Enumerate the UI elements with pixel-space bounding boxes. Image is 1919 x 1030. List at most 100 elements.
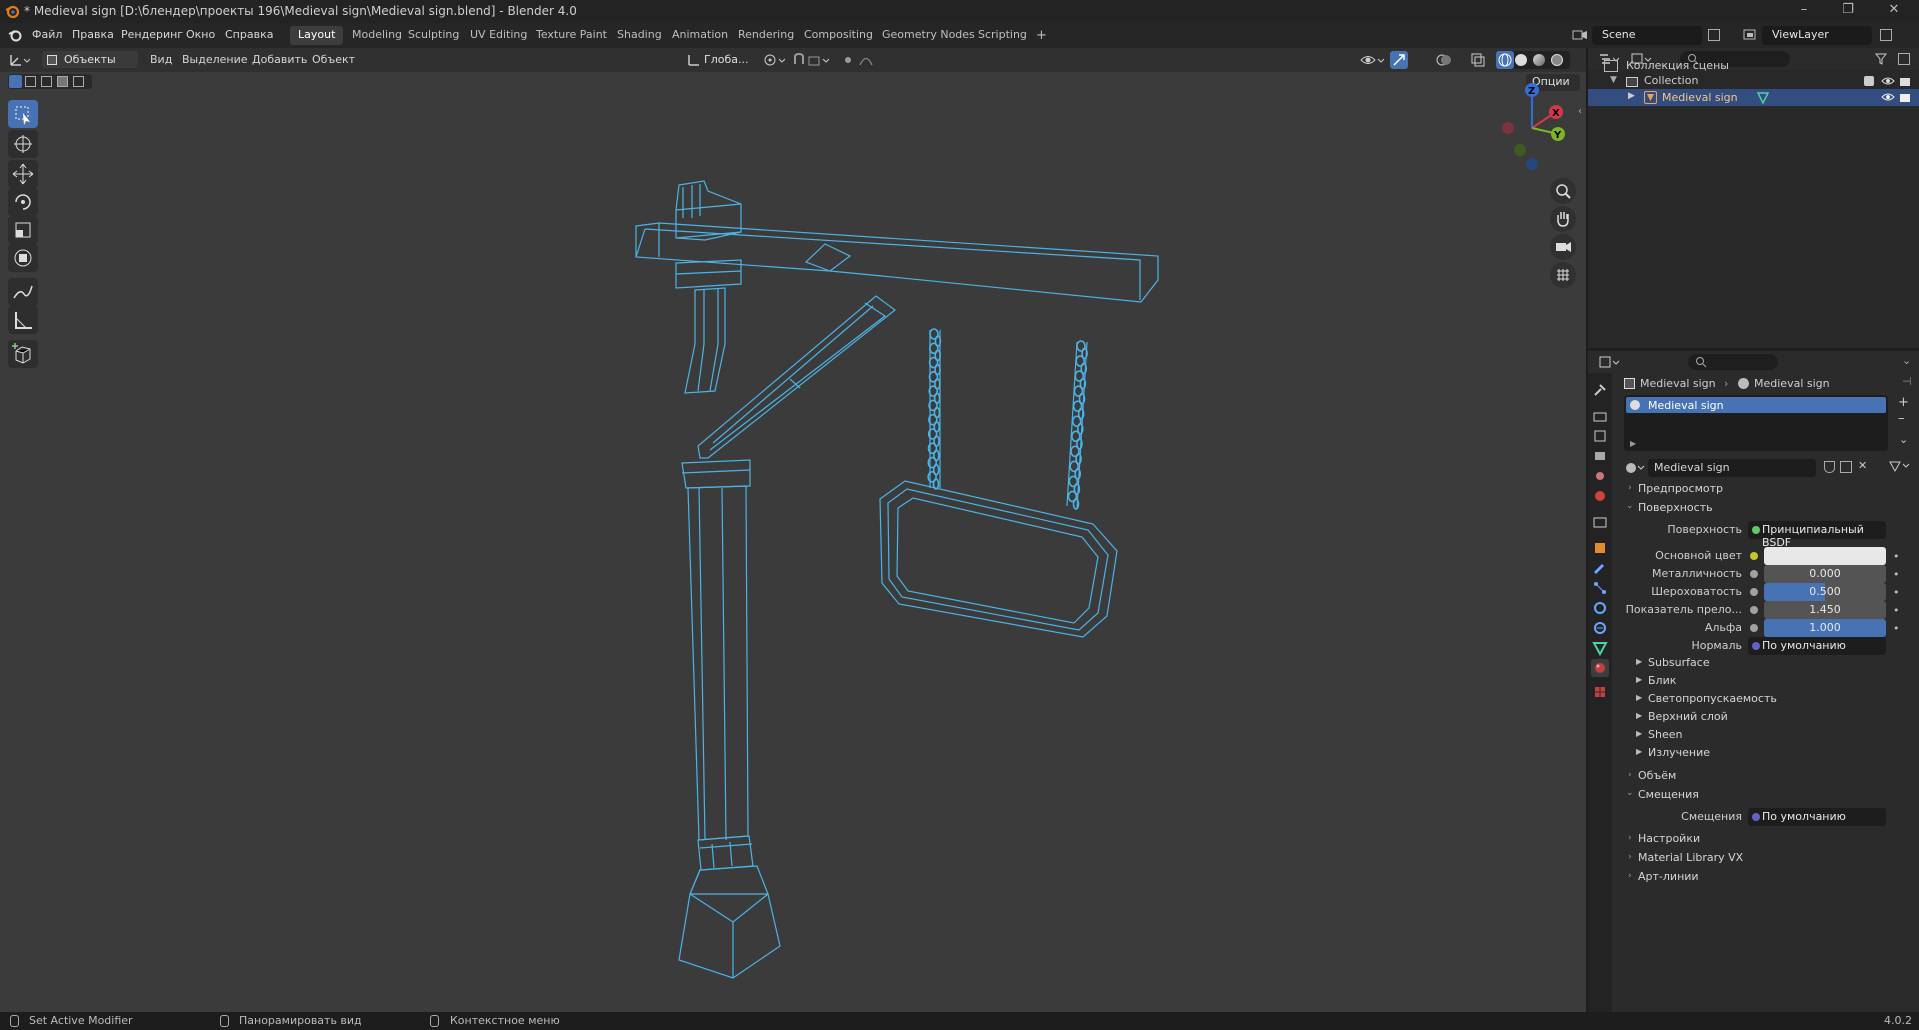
surface-chevron-icon[interactable]: ⌄ <box>1626 501 1634 511</box>
sheen-expand-icon[interactable]: ▶ <box>1636 729 1642 738</box>
line-art-chevron-icon[interactable]: › <box>1628 871 1632 881</box>
render-tab-icon[interactable] <box>1591 407 1609 425</box>
subpanel-sheen[interactable]: Sheen <box>1648 728 1682 741</box>
new-view-layer-icon[interactable] <box>1880 29 1892 41</box>
scene-field[interactable]: Scene <box>1592 26 1702 45</box>
tab-texture-paint[interactable]: Texture Paint <box>528 26 615 45</box>
alpha-keyframe-icon[interactable]: • <box>1893 622 1900 635</box>
view-layer-tab-icon[interactable] <box>1591 447 1609 465</box>
preview-chevron-icon[interactable]: › <box>1628 483 1632 493</box>
tab-sculpting[interactable]: Sculpting <box>400 26 467 45</box>
minimize-button[interactable]: – <box>1790 2 1818 20</box>
new-scene-icon[interactable] <box>1708 29 1720 41</box>
subpanel-subsurface[interactable]: Subsurface <box>1648 656 1710 669</box>
settings-section[interactable]: Настройки <box>1638 832 1700 845</box>
tab-geometry-nodes[interactable]: Geometry Nodes <box>874 26 983 45</box>
tab-shading[interactable]: Shading <box>609 26 670 45</box>
menu-file[interactable]: Файл <box>32 28 62 41</box>
collection-label[interactable]: Collection <box>1644 74 1698 87</box>
transmission-expand-icon[interactable]: ▶ <box>1636 693 1642 702</box>
material-slot-row[interactable]: Medieval sign <box>1626 397 1886 413</box>
material-library-chevron-icon[interactable]: › <box>1628 852 1632 862</box>
filter-icon[interactable] <box>1874 51 1894 67</box>
output-tab-icon[interactable] <box>1591 427 1609 445</box>
displacement-chevron-icon[interactable]: ⌄ <box>1626 788 1634 798</box>
tab-rendering[interactable]: Rendering <box>730 26 802 45</box>
tab-uv-editing[interactable]: UV Editing <box>462 26 535 45</box>
pin-icon[interactable]: ⊣ <box>1902 375 1912 388</box>
3d-viewport[interactable]: Объекты Вид Выделение Добавить Объект Гл… <box>0 48 1586 1012</box>
subpanel-specular[interactable]: Блик <box>1648 674 1676 687</box>
new-collection-icon[interactable] <box>1898 53 1910 65</box>
settings-chevron-icon[interactable]: › <box>1628 833 1632 843</box>
add-workspace-button[interactable]: + <box>1028 26 1055 45</box>
volume-section[interactable]: Объём <box>1638 769 1676 782</box>
menu-render[interactable]: Рендеринг <box>121 28 183 41</box>
tool-tab-icon[interactable] <box>1591 381 1609 399</box>
subpanel-transmission[interactable]: Светопропускаемость <box>1648 692 1777 705</box>
roughness-slider[interactable]: 0.500 <box>1764 583 1886 601</box>
object-render-icon[interactable] <box>1898 90 1912 104</box>
close-button[interactable]: ✕ <box>1880 2 1908 20</box>
unlink-material-icon[interactable]: ✕ <box>1858 459 1867 472</box>
preview-section[interactable]: Предпросмотр <box>1638 482 1723 495</box>
line-art-section[interactable]: Арт-линии <box>1638 870 1699 883</box>
alpha-slider[interactable]: 1.000 <box>1764 619 1886 637</box>
material-tab-icon[interactable] <box>1591 659 1609 677</box>
roughness-keyframe-icon[interactable]: • <box>1893 586 1900 599</box>
material-browse-icon[interactable] <box>1624 461 1646 475</box>
tab-compositing[interactable]: Compositing <box>796 26 881 45</box>
collection-render-icon[interactable] <box>1898 74 1912 88</box>
blender-menu-icon[interactable] <box>8 28 22 42</box>
subpanel-coat[interactable]: Верхний слой <box>1648 710 1728 723</box>
menu-help[interactable]: Справка <box>225 28 273 41</box>
exclude-checkbox[interactable] <box>1864 76 1874 86</box>
displacement-field[interactable]: По умолчанию <box>1748 808 1886 826</box>
collection-visibility-icon[interactable] <box>1881 74 1895 88</box>
properties-options-icon[interactable]: ⌄ <box>1902 354 1911 367</box>
world-tab-icon[interactable] <box>1591 487 1609 505</box>
surface-section[interactable]: Поверхность <box>1638 501 1713 514</box>
view-layer-field[interactable]: ViewLayer <box>1762 26 1872 45</box>
properties-search[interactable] <box>1688 354 1778 370</box>
menu-window[interactable]: Окно <box>186 28 215 41</box>
object-visibility-icon[interactable] <box>1881 90 1895 104</box>
base-color-keyframe-icon[interactable]: • <box>1893 550 1900 563</box>
link-mode-icon[interactable] <box>1888 459 1910 473</box>
add-slot-button[interactable]: + <box>1898 395 1909 410</box>
mesh-data-icon[interactable] <box>1756 91 1770 105</box>
displacement-section[interactable]: Смещения <box>1638 788 1699 801</box>
volume-chevron-icon[interactable]: › <box>1628 770 1632 780</box>
properties-editor-icon[interactable] <box>1598 354 1622 370</box>
normal-field[interactable]: По умолчанию <box>1748 637 1886 655</box>
metallic-field[interactable]: 0.000 <box>1764 565 1886 583</box>
ior-field[interactable]: 1.450 <box>1764 601 1886 619</box>
metallic-keyframe-icon[interactable]: • <box>1893 568 1900 581</box>
fake-user-icon[interactable] <box>1824 461 1835 473</box>
surface-shader-field[interactable]: Принципиальный BSDF <box>1748 521 1886 549</box>
scene-collection-label[interactable]: Коллекция сцены <box>1626 59 1729 72</box>
base-color-swatch[interactable] <box>1764 547 1886 565</box>
specular-expand-icon[interactable]: ▶ <box>1636 675 1642 684</box>
emission-expand-icon[interactable]: ▶ <box>1636 747 1642 756</box>
menu-edit[interactable]: Правка <box>72 28 114 41</box>
tab-layout[interactable]: Layout <box>290 26 344 45</box>
collection-expand-icon[interactable]: ▼ <box>1610 75 1617 85</box>
texture-tab-icon[interactable] <box>1591 683 1609 701</box>
coat-expand-icon[interactable]: ▶ <box>1636 711 1642 720</box>
tab-scripting[interactable]: Scripting <box>970 26 1035 45</box>
scene-tab-icon[interactable] <box>1591 467 1609 485</box>
duplicate-material-icon[interactable] <box>1840 461 1852 473</box>
material-name-field[interactable]: Medieval sign <box>1648 459 1816 477</box>
maximize-button[interactable]: ❐ <box>1834 2 1862 20</box>
ior-keyframe-icon[interactable]: • <box>1893 604 1900 617</box>
subsurface-expand-icon[interactable]: ▶ <box>1636 657 1642 666</box>
remove-slot-button[interactable]: – <box>1898 411 1905 426</box>
object-expand-icon[interactable]: ▶ <box>1628 91 1635 101</box>
slot-specials-button[interactable]: ⌄ <box>1899 433 1908 446</box>
medieval-sign-wireframe[interactable] <box>0 48 1586 1012</box>
outliner-row-medieval-sign[interactable]: ▶ Medieval sign <box>1588 89 1919 106</box>
subpanel-emission[interactable]: Излучение <box>1648 746 1710 759</box>
material-library-section[interactable]: Material Library VX <box>1638 851 1743 864</box>
tab-animation[interactable]: Animation <box>664 26 736 45</box>
